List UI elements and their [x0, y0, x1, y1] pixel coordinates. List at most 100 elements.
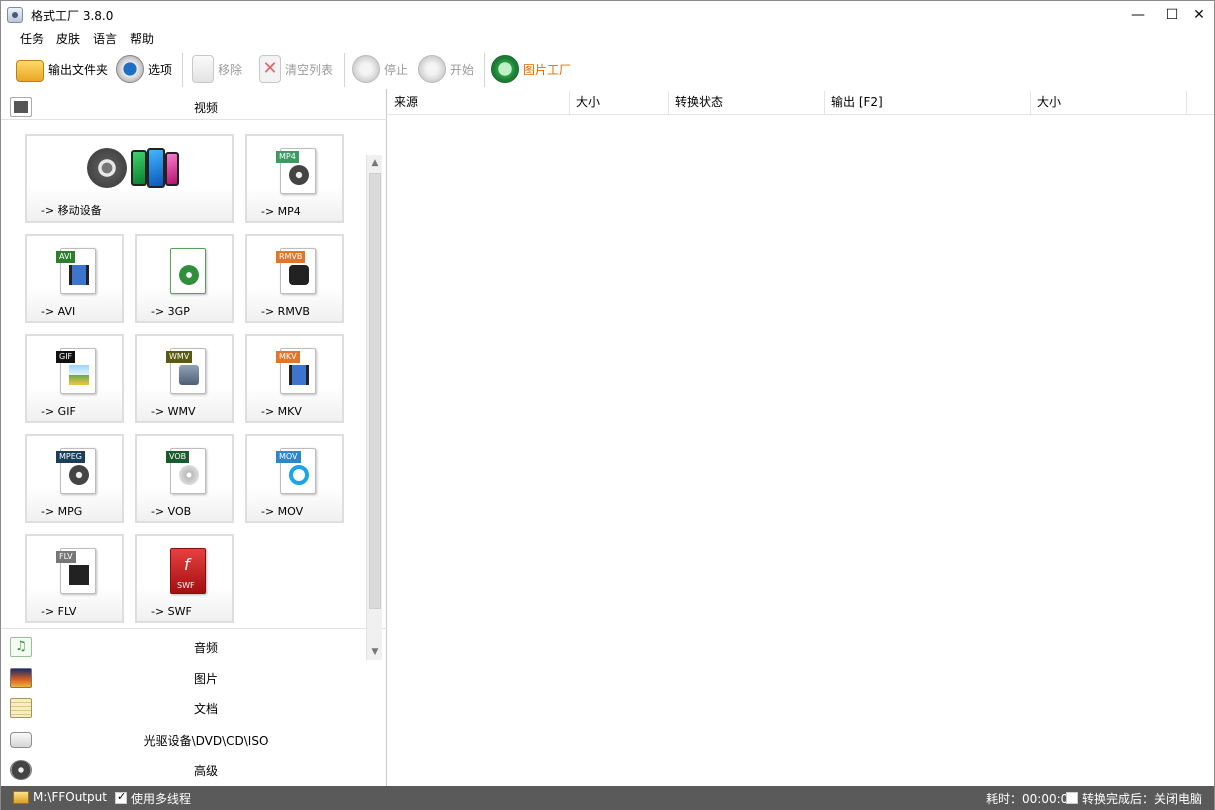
tile-label: -> FLV: [41, 605, 77, 618]
category-video-label: 视频: [193, 101, 218, 115]
category-image[interactable]: 图片: [1, 662, 387, 692]
toolbar-divider: [344, 53, 345, 87]
multithread-label: 使用多线程: [131, 792, 192, 806]
column-output[interactable]: 输出 [F2]: [825, 91, 1031, 115]
picture-factory-button[interactable]: 图片工厂: [491, 53, 571, 85]
toolbar-divider: [484, 53, 485, 87]
rmvb-file-icon: RMVB: [276, 248, 316, 294]
category-optical[interactable]: 光驱设备\DVD\CD\ISO: [1, 724, 387, 754]
folder-icon: [16, 60, 44, 82]
column-output-size[interactable]: 大小: [1031, 91, 1187, 115]
start-button[interactable]: 开始: [418, 53, 474, 85]
phone-icon: [165, 152, 179, 186]
format-tag: MP4: [276, 151, 299, 163]
tile-mobile-device[interactable]: -> 移动设备: [25, 134, 234, 223]
toolbar-divider: [182, 53, 183, 87]
tile-scrollbar[interactable]: ▲ ▼: [366, 155, 382, 660]
remove-label: 移除: [218, 62, 243, 77]
category-audio[interactable]: ♫ 音频: [1, 631, 387, 661]
output-path[interactable]: M:\FFOutput: [33, 790, 107, 804]
column-source[interactable]: 来源: [388, 91, 570, 115]
format-tag: AVI: [56, 251, 75, 263]
category-document[interactable]: 文档: [1, 692, 387, 722]
wmv-file-icon: WMV: [166, 348, 206, 394]
menu-task[interactable]: 任务: [20, 30, 44, 47]
options-button[interactable]: 选项: [116, 53, 172, 85]
clear-icon: ✕: [259, 55, 281, 83]
format-tag: RMVB: [276, 251, 306, 263]
menu-language[interactable]: 语言: [93, 30, 117, 47]
output-folder-label: 输出文件夹: [48, 62, 109, 77]
format-tag: VOB: [166, 451, 190, 463]
tile-mkv[interactable]: MKV -> MKV: [245, 334, 344, 423]
tile-label: -> MP4: [261, 205, 301, 218]
output-folder-icon[interactable]: [13, 791, 29, 804]
mkv-file-icon: MKV: [276, 348, 316, 394]
window-title: 格式工厂 3.8.0: [31, 9, 114, 23]
column-status[interactable]: 转换状态: [669, 91, 825, 115]
tile-label: -> VOB: [151, 505, 192, 518]
tile-flv[interactable]: FLV -> FLV: [25, 534, 124, 623]
gif-file-icon: GIF: [56, 348, 96, 394]
output-folder-button[interactable]: 输出文件夹: [16, 53, 108, 85]
phone-icon: [131, 150, 147, 186]
menu-skin[interactable]: 皮肤: [56, 30, 80, 47]
tile-mov[interactable]: MOV -> MOV: [245, 434, 344, 523]
column-size[interactable]: 大小: [570, 91, 669, 115]
clear-list-button[interactable]: ✕ 清空列表: [259, 53, 333, 85]
tile-label: -> WMV: [151, 405, 196, 418]
flv-file-icon: FLV: [56, 548, 96, 594]
tile-label: -> MKV: [261, 405, 302, 418]
minimize-button[interactable]: —: [1121, 1, 1155, 29]
start-label: 开始: [450, 62, 475, 77]
tile-mp4[interactable]: MP4 -> MP4: [245, 134, 344, 223]
format-tag: MKV: [276, 351, 300, 363]
task-list[interactable]: 来源 大小 转换状态 输出 [F2] 大小: [388, 89, 1214, 786]
mov-file-icon: MOV: [276, 448, 316, 494]
tile-mpg[interactable]: MPEG -> MPG: [25, 434, 124, 523]
task-list-header: 来源 大小 转换状态 输出 [F2] 大小: [388, 91, 1214, 115]
magnifier-icon: [491, 55, 519, 83]
app-window: 格式工厂 3.8.0 — ☐ ✕ 任务 皮肤 语言 帮助 输出文件夹 选项 移除…: [0, 0, 1215, 810]
flash-glyph: f: [184, 555, 190, 574]
menu-help[interactable]: 帮助: [130, 30, 154, 47]
remove-icon: [192, 55, 214, 83]
tile-wmv[interactable]: WMV -> WMV: [135, 334, 234, 423]
tile-rmvb[interactable]: RMVB -> RMVB: [245, 234, 344, 323]
app-logo-icon: [7, 7, 23, 23]
phone-icon: [147, 148, 165, 188]
vob-file-icon: VOB: [166, 448, 206, 494]
tile-label: -> 3GP: [151, 305, 190, 318]
stop-button[interactable]: 停止: [352, 53, 408, 85]
tile-avi[interactable]: AVI -> AVI: [25, 234, 124, 323]
close-button[interactable]: ✕: [1182, 1, 1215, 29]
title-bar[interactable]: 格式工厂 3.8.0 — ☐ ✕: [1, 1, 1214, 29]
scroll-up-icon[interactable]: ▲: [367, 155, 383, 171]
3gp-file-icon: [170, 248, 206, 294]
category-advanced-label: 高级: [193, 764, 218, 778]
tile-label: -> GIF: [41, 405, 76, 418]
format-tag: WMV: [166, 351, 193, 363]
scrollbar-thumb[interactable]: [369, 173, 381, 609]
category-document-label: 文档: [193, 702, 218, 716]
picture-factory-label: 图片工厂: [523, 62, 572, 77]
format-tag: FLV: [56, 551, 76, 563]
category-video[interactable]: 视频: [1, 91, 387, 121]
multithread-checkbox[interactable]: [115, 790, 127, 804]
tile-vob[interactable]: VOB -> VOB: [135, 434, 234, 523]
mpeg-file-icon: MPEG: [56, 448, 96, 494]
mp4-file-icon: MP4: [276, 148, 316, 194]
shutdown-checkbox[interactable]: [1066, 792, 1078, 804]
category-advanced[interactable]: 高级: [1, 754, 387, 784]
tile-gif[interactable]: GIF -> GIF: [25, 334, 124, 423]
tile-3gp[interactable]: -> 3GP: [135, 234, 234, 323]
tile-label: -> RMVB: [261, 305, 310, 318]
category-optical-label: 光驱设备\DVD\CD\ISO: [143, 734, 269, 748]
format-tag: MOV: [276, 451, 301, 463]
clear-list-label: 清空列表: [285, 62, 334, 77]
stop-icon: [352, 55, 380, 83]
remove-button[interactable]: 移除: [192, 53, 242, 85]
category-audio-label: 音频: [193, 641, 218, 655]
tile-swf[interactable]: f SWF -> SWF: [135, 534, 234, 623]
category-panel: 视频 -> 移动设备 MP4 -> MP4 AVI -> AVI -> 3GP: [1, 89, 387, 786]
